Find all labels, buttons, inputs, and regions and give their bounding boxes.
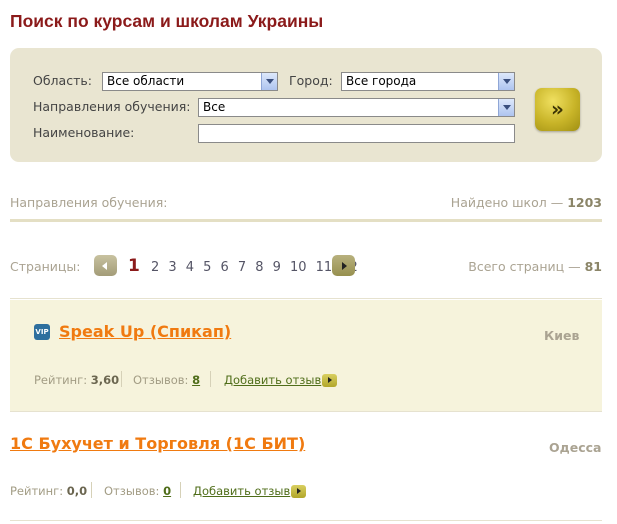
add-review-link[interactable]: Добавить отзыв (224, 373, 321, 387)
school-reviews: Отзывов: 0 (104, 484, 171, 498)
meta-separator (121, 371, 122, 387)
page-link[interactable]: 9 (273, 258, 281, 278)
reviews-count-link[interactable]: 8 (192, 373, 200, 387)
city-label: Город: (289, 73, 333, 88)
arrow-right-icon[interactable] (322, 374, 337, 387)
reviews-label: Отзывов: (104, 484, 160, 498)
page-link[interactable]: 11 (316, 258, 333, 278)
school-reviews: Отзывов: 8 (133, 373, 200, 387)
meta-separator (91, 482, 92, 498)
reviews-count-link[interactable]: 0 (163, 484, 171, 498)
rating-value: 0,0 (66, 484, 88, 498)
found-label: Найдено школ — (450, 195, 564, 210)
add-review-link[interactable]: Добавить отзыв (193, 484, 290, 498)
name-input[interactable] (198, 124, 515, 143)
page-link[interactable]: 5 (203, 258, 211, 278)
name-label: Наименование: (33, 125, 135, 140)
divider (10, 219, 602, 222)
region-label: Область: (33, 73, 92, 88)
chevron-down-icon (498, 99, 514, 116)
rating-label: Рейтинг: (34, 373, 88, 387)
city-select-value: Все города (346, 74, 417, 88)
page-link[interactable]: 7 (238, 258, 246, 278)
meta-separator (210, 371, 211, 387)
school-rating: Рейтинг: 3,60 (34, 373, 119, 387)
school-name-link[interactable]: Speak Up (Спикап) (59, 322, 231, 341)
search-submit-button[interactable]: » (535, 88, 580, 131)
next-page-button[interactable] (332, 255, 355, 276)
divider (10, 411, 602, 412)
vip-icon: VIP (34, 324, 50, 340)
directions-summary-label: Направления обучения: (10, 195, 168, 210)
page-link[interactable]: 8 (255, 258, 263, 278)
page-links: 1 2 3 4 5 6 7 8 9 10 11 12 (128, 256, 362, 278)
pages-label: Страницы: (10, 259, 81, 274)
search-form: Область: Все области Город: Все города Н… (10, 48, 602, 162)
total-pages-count: 81 (584, 259, 602, 274)
meta-separator (180, 482, 181, 498)
rating-label: Рейтинг: (10, 484, 64, 498)
page-title: Поиск по курсам и школам Украины (10, 11, 324, 31)
found-schools-summary: Найдено школ — 1203 (451, 195, 602, 210)
school-city: Киев (544, 328, 580, 343)
page-link[interactable]: 4 (186, 258, 194, 278)
page-link[interactable]: 2 (151, 258, 159, 278)
page-link-current[interactable]: 1 (128, 256, 140, 276)
total-pages-summary: Всего страниц — 81 (468, 259, 602, 274)
direction-label: Направления обучения: (33, 99, 191, 114)
reviews-label: Отзывов: (133, 373, 189, 387)
arrow-right-icon[interactable] (291, 485, 306, 498)
total-pages-label: Всего страниц — (468, 259, 581, 274)
page-link[interactable]: 6 (220, 258, 228, 278)
direction-select-value: Все (203, 100, 226, 114)
school-city: Одесса (549, 440, 602, 455)
divider (10, 298, 602, 299)
page-link[interactable]: 10 (290, 258, 307, 278)
region-select-value: Все области (107, 74, 185, 88)
school-list-item-vip (10, 300, 602, 411)
found-count: 1203 (567, 195, 602, 210)
direction-select[interactable]: Все (198, 98, 515, 117)
page-link[interactable]: 3 (168, 258, 176, 278)
school-rating: Рейтинг: 0,0 (10, 484, 87, 498)
double-chevron-right-icon: » (551, 97, 564, 121)
chevron-down-icon (261, 73, 277, 90)
divider (10, 520, 602, 521)
rating-value: 3,60 (90, 373, 120, 387)
city-select[interactable]: Все города (341, 72, 515, 91)
prev-page-button[interactable] (94, 255, 117, 276)
region-select[interactable]: Все области (102, 72, 278, 91)
chevron-down-icon (498, 73, 514, 90)
school-name-link[interactable]: 1С Бухучет и Торговля (1С БИТ) (10, 434, 305, 453)
